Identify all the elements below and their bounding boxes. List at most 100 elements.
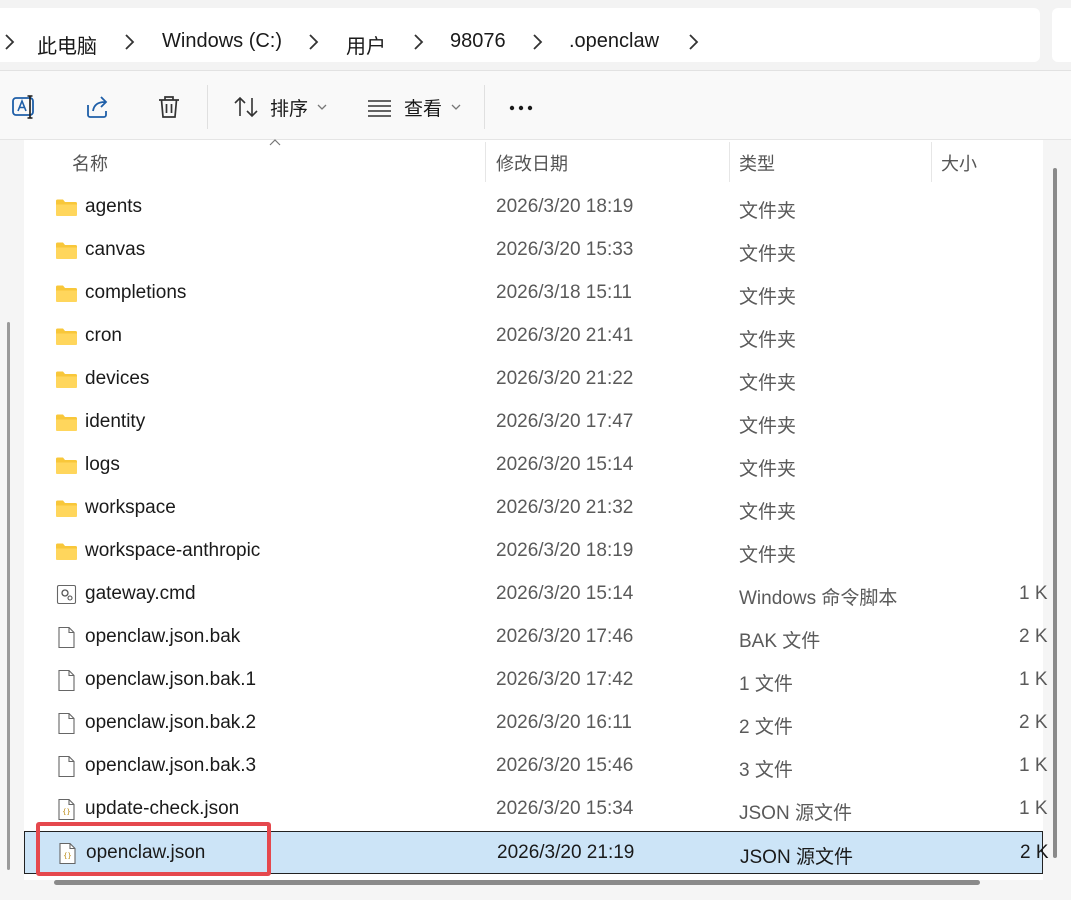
file-row[interactable]: openclaw.json.bak.1 2026/3/20 17:42 1 文件 1 … (24, 659, 1048, 702)
file-type: Windows 命令脚本 (739, 588, 898, 609)
trash-icon (159, 96, 179, 118)
svg-text:{}: {} (62, 808, 70, 816)
sort-icon (234, 96, 258, 118)
file-type: 2 文件 (739, 717, 793, 738)
vertical-scrollbar[interactable] (1053, 168, 1057, 858)
breadcrumb-item-current[interactable]: .openclaw (569, 30, 659, 53)
breadcrumb[interactable]: 此电脑 Windows (C:) 用户 98076 .openclaw (0, 8, 1040, 62)
file-type: 3 文件 (739, 760, 793, 781)
file-name: update-check.json (85, 798, 240, 819)
file-date: 2026/3/20 15:14 (496, 583, 634, 604)
file-type: JSON 源文件 (739, 803, 852, 824)
highlight-annotation-box (36, 822, 271, 876)
file-name: devices (85, 368, 150, 389)
file-date: 2026/3/20 15:33 (496, 239, 634, 260)
file-date: 2026/3/20 16:11 (496, 712, 632, 733)
file-size: 1 K (1019, 583, 1048, 604)
file-row[interactable]: workspace-anthropic 2026/3/20 18:19 文件夹 (24, 530, 1043, 573)
file-date: 2026/3/20 21:19 (497, 842, 635, 863)
file-type: 文件夹 (739, 459, 797, 480)
command-bar: 排序 查看 (0, 70, 1071, 140)
file-size: 2 K (1020, 842, 1049, 863)
view-button[interactable]: 查看 (366, 91, 462, 123)
file-date: 2026/3/20 17:47 (496, 411, 634, 432)
chevron-right-icon[interactable] (532, 33, 544, 51)
file-row[interactable]: identity 2026/3/20 17:47 文件夹 (24, 401, 1043, 444)
file-type: 文件夹 (739, 545, 797, 566)
toolbar-divider (207, 85, 208, 129)
column-header-type[interactable]: 类型 (739, 150, 775, 176)
file-row[interactable]: canvas 2026/3/20 15:33 文件夹 (24, 229, 1043, 272)
file-type: 文件夹 (739, 416, 797, 437)
breadcrumb-item-drive[interactable]: Windows (C:) (162, 30, 282, 53)
file-name: workspace (85, 497, 176, 518)
file-type: 文件夹 (739, 201, 797, 222)
more-icon (509, 105, 533, 111)
share-button[interactable] (84, 91, 112, 123)
file-row[interactable]: agents 2026/3/20 18:19 文件夹 (24, 186, 1043, 229)
file-name: openclaw.json.bak.1 (85, 669, 257, 690)
file-name: completions (85, 282, 187, 303)
column-divider[interactable] (729, 142, 730, 182)
column-header-date[interactable]: 修改日期 (496, 150, 568, 176)
breadcrumb-item-users[interactable]: 用户 (346, 30, 386, 59)
breadcrumb-item-user[interactable]: 98076 (450, 30, 506, 53)
file-date: 2026/3/20 18:19 (496, 540, 634, 561)
column-header-name[interactable]: 名称 (72, 150, 108, 176)
file-type: 文件夹 (739, 244, 797, 265)
file-row[interactable]: openclaw.json.bak.2 2026/3/20 16:11 2 文件 2 … (24, 702, 1048, 745)
file-size: 1 K (1019, 798, 1048, 819)
file-date: 2026/3/20 21:32 (496, 497, 634, 518)
file-name: gateway.cmd (85, 583, 196, 604)
file-name: workspace-anthropic (85, 540, 261, 561)
chevron-right-icon[interactable] (413, 33, 425, 51)
more-options-button[interactable] (508, 91, 536, 123)
file-row[interactable]: logs 2026/3/20 15:14 文件夹 (24, 444, 1043, 487)
sort-label: 排序 (270, 98, 309, 120)
column-divider[interactable] (931, 142, 932, 182)
file-date: 2026/3/20 21:22 (496, 368, 634, 389)
rename-button[interactable] (10, 91, 38, 123)
file-row[interactable]: cron 2026/3/20 21:41 文件夹 (24, 315, 1043, 358)
file-row[interactable]: workspace 2026/3/20 21:32 文件夹 (24, 487, 1043, 530)
address-bar: 此电脑 Windows (C:) 用户 98076 .openclaw (0, 0, 1042, 70)
breadcrumb-item-this-pc[interactable]: 此电脑 (37, 30, 97, 59)
content-area: 名称 修改日期 类型 大小 agents 2026/3/20 18:19 文件夹 ca… (0, 139, 1071, 900)
file-type: BAK 文件 (739, 631, 821, 652)
file-date: 2026/3/20 17:46 (496, 626, 634, 647)
share-icon (87, 96, 108, 118)
file-name: openclaw.json.bak (85, 626, 241, 647)
file-row[interactable]: openclaw.json.bak.3 2026/3/20 15:46 3 文件 1 … (24, 745, 1048, 788)
sort-ascending-icon (269, 139, 281, 146)
file-date: 2026/3/20 15:34 (496, 798, 634, 819)
horizontal-scrollbar[interactable] (54, 880, 980, 885)
chevron-down-icon (317, 104, 327, 110)
file-row[interactable]: openclaw.json.bak 2026/3/20 17:46 BAK 文件 2 … (24, 616, 1048, 659)
chevron-right-icon[interactable] (308, 33, 320, 51)
column-divider[interactable] (485, 142, 486, 182)
chevron-right-icon[interactable] (688, 33, 700, 51)
view-list-icon (368, 100, 391, 117)
file-row[interactable]: devices 2026/3/20 21:22 文件夹 (24, 358, 1043, 401)
chevron-down-icon (451, 104, 461, 110)
navigation-pane-scrollbar[interactable] (7, 322, 10, 870)
file-type: 文件夹 (739, 287, 797, 308)
sort-button[interactable]: 排序 (232, 91, 328, 123)
file-date: 2026/3/20 15:14 (496, 454, 634, 475)
file-type: JSON 源文件 (740, 847, 853, 868)
file-name: agents (85, 196, 143, 217)
chevron-right-icon[interactable] (4, 33, 16, 51)
delete-button[interactable] (155, 91, 183, 123)
chevron-right-icon[interactable] (124, 33, 136, 51)
search-box[interactable] (1052, 8, 1071, 62)
file-row[interactable]: gateway.cmd 2026/3/20 15:14 Windows 命令脚本 1 … (24, 573, 1048, 616)
file-type: 文件夹 (739, 373, 797, 394)
file-name: identity (85, 411, 146, 432)
file-name: logs (85, 454, 120, 475)
file-type: 文件夹 (739, 502, 797, 523)
file-name: canvas (85, 239, 146, 260)
column-header-size[interactable]: 大小 (941, 150, 977, 176)
file-size: 2 K (1019, 626, 1048, 647)
file-row[interactable]: completions 2026/3/18 15:11 文件夹 (24, 272, 1043, 315)
file-size: 1 K (1019, 755, 1048, 776)
